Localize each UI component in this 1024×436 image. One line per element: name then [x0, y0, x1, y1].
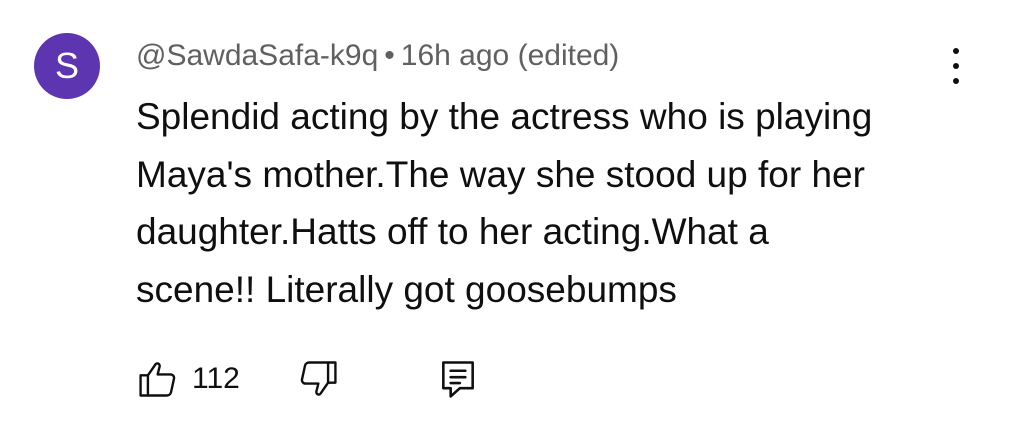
like-count: 112: [192, 362, 240, 395]
edited-label: (edited): [517, 39, 620, 72]
comment-actions: 112: [136, 348, 836, 410]
comment-item: S @SawdaSafa-k9q • 16h ago (edited) Splend…: [0, 0, 1024, 436]
reply-comment-icon: [436, 357, 480, 401]
more-vertical-icon[interactable]: [940, 44, 972, 88]
comment-line: Splendid acting by the actress who is pl…: [136, 96, 873, 137]
comment-header: @SawdaSafa-k9q • 16h ago (edited): [136, 36, 619, 76]
comment-line: Maya's mother.The way she stood up for h…: [136, 153, 865, 195]
timestamp[interactable]: 16h ago: [401, 39, 509, 72]
author-handle[interactable]: @SawdaSafa-k9q: [136, 39, 378, 72]
reply-button[interactable]: [436, 348, 480, 410]
thumbs-up-icon: [136, 357, 180, 401]
thumbs-down-icon: [296, 357, 340, 401]
separator-dot: •: [384, 39, 395, 72]
comment-line: scene!! Literally got goosebumps: [136, 268, 677, 310]
dislike-button[interactable]: [296, 348, 340, 410]
menu-dot: [953, 48, 959, 54]
avatar-letter: S: [54, 45, 79, 86]
like-button[interactable]: 112: [136, 348, 240, 410]
menu-dot: [953, 63, 959, 69]
avatar[interactable]: S: [34, 33, 100, 99]
comment-line: daughter.Hatts off to her acting.What a: [136, 211, 769, 252]
comment-text: Splendid acting by the actress who is pl…: [136, 88, 956, 318]
menu-dot: [953, 78, 959, 84]
